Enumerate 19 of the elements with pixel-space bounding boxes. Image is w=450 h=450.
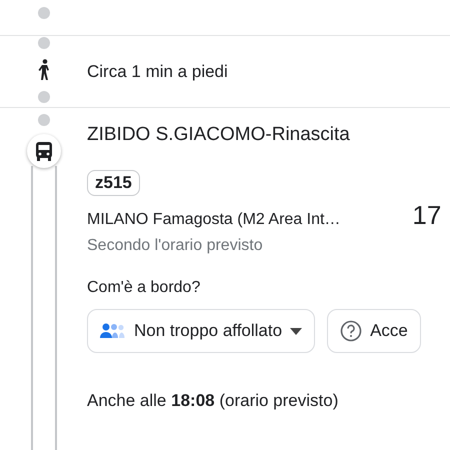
route-dot: [38, 37, 50, 49]
line-badge: z515: [87, 170, 140, 196]
departure-time: 17: [412, 200, 442, 231]
route-dot: [38, 114, 50, 126]
help-icon: [340, 320, 362, 342]
walk-duration: Circa 1 min a piedi: [87, 62, 228, 82]
bus-icon: [34, 142, 52, 160]
onboard-label: Com'è a bordo?: [87, 279, 202, 297]
people-icon: [100, 323, 126, 339]
direction: MILANO Famagosta (M2 Area Int…: [87, 211, 340, 229]
walking-person-icon: [36, 59, 50, 81]
crowding-dropdown[interactable]: Non troppo affollato: [87, 309, 316, 353]
next-departure: Anche alle 18:08 (orario previsto): [87, 391, 340, 411]
route-dot: [38, 7, 50, 19]
route-dot: [38, 91, 50, 103]
help-chip[interactable]: Acce: [327, 309, 421, 353]
stop-name: ZIBIDO S.GIACOMO-Rinascita: [87, 124, 351, 146]
schedule-note: Secondo l'orario previsto: [87, 237, 264, 255]
caret-icon: [290, 328, 302, 334]
